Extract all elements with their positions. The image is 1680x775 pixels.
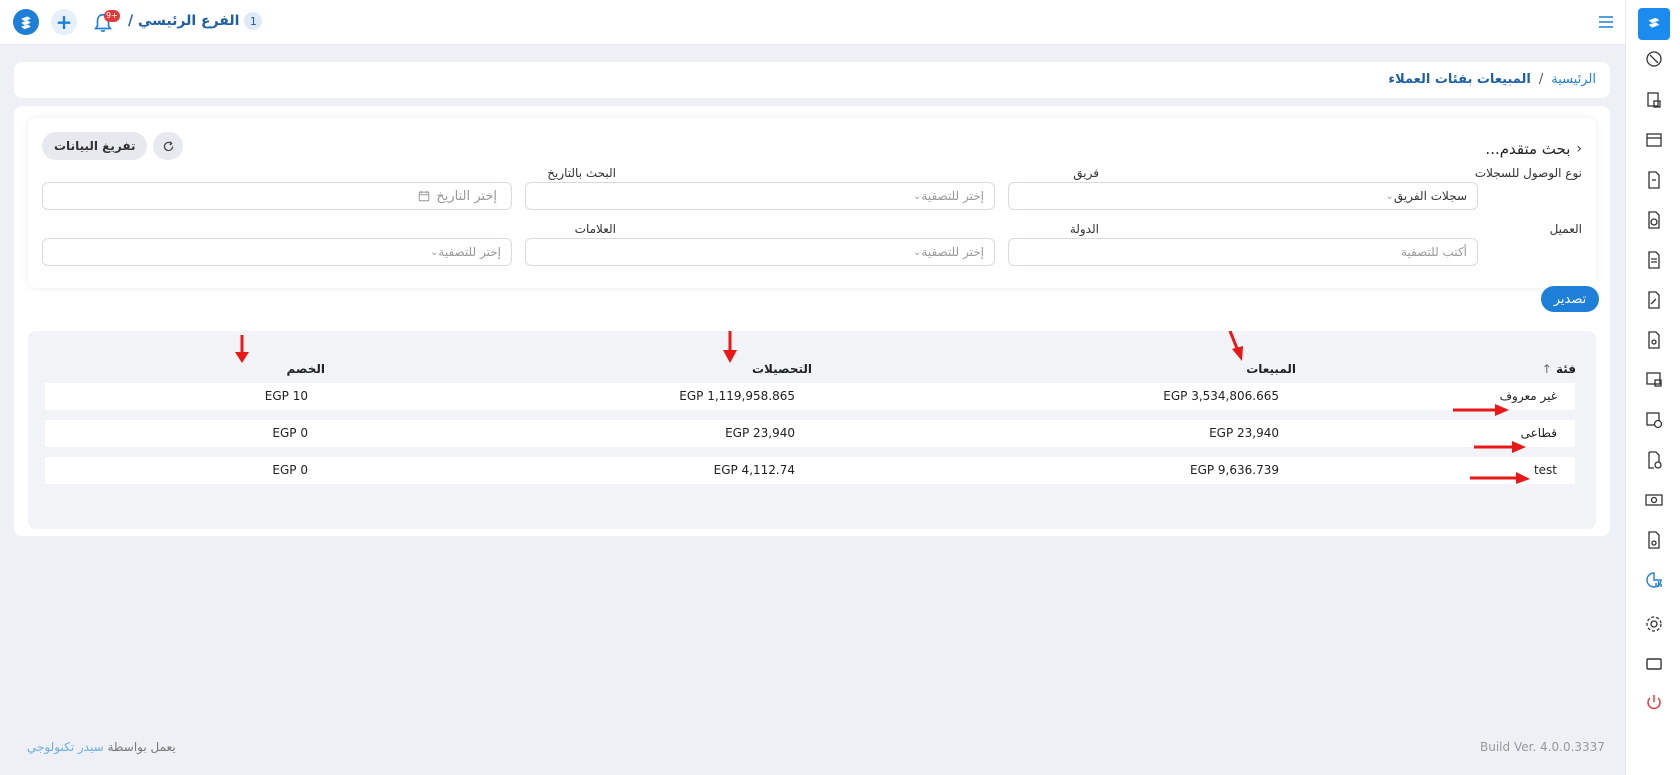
top-header: + 9+ 1 الفرع الرئيسي /	[0, 0, 1625, 45]
customer-label: العميل	[1549, 222, 1582, 236]
advanced-search-toggle[interactable]: ‹ بحث متقدم...	[1485, 140, 1582, 158]
access-type-label: نوع الوصول للسجلات	[1474, 166, 1582, 180]
team-select[interactable]: إختر للتصفية ⌄	[525, 182, 995, 210]
country-placeholder: إختر للتصفية	[921, 245, 984, 259]
window-icon[interactable]	[1640, 650, 1668, 678]
customer-input[interactable]: أكتب للتصفية	[1008, 238, 1478, 266]
branch-count-badge: 1	[244, 12, 263, 30]
chevron-down-icon: ⌄	[1385, 190, 1394, 202]
logout-power-icon[interactable]	[1640, 688, 1668, 716]
chevron-down-icon: ⌄	[913, 246, 922, 258]
clear-data-button[interactable]: تفريغ البيانات	[42, 132, 148, 160]
country-label: الدولة	[1069, 222, 1099, 236]
refresh-button[interactable]	[153, 132, 183, 160]
team-label: فريق	[1073, 166, 1099, 180]
table-row: غير معروف EGP 3,534,806.665 EGP 1,119,95…	[45, 383, 1575, 410]
powered-by-text: يعمل بواسطة	[107, 740, 176, 754]
access-type-value: سجلات الفريق	[1393, 189, 1467, 203]
menu-toggle-icon[interactable]	[1597, 13, 1615, 31]
app-logo-icon[interactable]	[13, 9, 39, 35]
main-content-card: ‹ بحث متقدم... تفريغ البيانات نوع الوصول…	[14, 106, 1610, 536]
sort-arrow-up-icon: ↑	[1541, 362, 1552, 376]
build-version: Build Ver. 4.0.0.3337	[1480, 740, 1605, 754]
breadcrumb-separator: /	[1538, 72, 1544, 87]
chevron-left-icon: ‹	[1576, 141, 1582, 157]
reports-chart-icon[interactable]	[1640, 566, 1668, 594]
settings-gear-icon[interactable]	[1640, 610, 1668, 638]
report-document-icon[interactable]	[1640, 246, 1668, 274]
footer-powered-by: يعمل بواسطة سيدر تكنولوجي	[27, 740, 176, 754]
breadcrumb-home-link[interactable]: الرئيسية	[1551, 72, 1596, 87]
advanced-search-title: بحث متقدم...	[1485, 140, 1571, 158]
breadcrumb-bar: الرئيسية / المبيعات بفئات العملاء	[14, 62, 1610, 98]
calendar-icon	[419, 190, 430, 202]
sidebar-logo-icon[interactable]	[1638, 8, 1670, 40]
date-search-input[interactable]: إختر التاريخ	[42, 182, 512, 210]
document-edit-icon[interactable]	[1640, 286, 1668, 314]
invoice-icon[interactable]	[1640, 166, 1668, 194]
cell-discount: EGP 10	[264, 389, 308, 403]
tags-select[interactable]: إختر للتصفية ⌄	[42, 238, 512, 266]
table-row: قطاعى EGP 23,940 EGP 23,940 EGP 0	[45, 420, 1575, 447]
date-search-label: البحث بالتاريخ	[547, 166, 616, 180]
annotation-arrow-row2	[1474, 441, 1526, 453]
breadcrumb: الرئيسية / المبيعات بفئات العملاء	[1388, 72, 1596, 87]
column-header-category[interactable]: فئة ↑	[1542, 362, 1576, 376]
cell-discount: EGP 0	[272, 463, 308, 477]
export-button[interactable]: تصدير	[1541, 286, 1599, 312]
column-header-category-label: فئة	[1555, 362, 1576, 376]
money-icon[interactable]	[1640, 486, 1668, 514]
cell-sales: EGP 9,636.739	[1189, 463, 1279, 477]
file-person-icon[interactable]	[1640, 526, 1668, 554]
chevron-down-icon: ⌄	[430, 246, 439, 258]
cell-collections: EGP 4,112.74	[713, 463, 795, 477]
sales-table: فئة ↑ المبيعات التحصيلات الخصم غير معروف…	[28, 331, 1596, 529]
cell-sales: EGP 3,534,806.665	[1163, 389, 1279, 403]
cell-category: غير معروف	[1499, 389, 1557, 403]
store-icon[interactable]	[1640, 126, 1668, 154]
column-header-collections[interactable]: التحصيلات	[752, 362, 812, 376]
image-add-icon[interactable]	[1640, 406, 1668, 434]
date-placeholder: إختر التاريخ	[436, 188, 497, 204]
advanced-search-panel: ‹ بحث متقدم... تفريغ البيانات نوع الوصول…	[28, 118, 1596, 288]
breadcrumb-current: المبيعات بفئات العملاء	[1388, 72, 1531, 87]
chevron-down-icon: ⌄	[913, 190, 922, 202]
branch-selector[interactable]: 1 الفرع الرئيسي /	[128, 12, 263, 30]
tag-document-icon[interactable]	[1640, 206, 1668, 234]
team-placeholder: إختر للتصفية	[921, 189, 984, 203]
tags-placeholder: إختر للتصفية	[438, 245, 501, 259]
customer-placeholder: أكتب للتصفية	[1400, 245, 1467, 259]
cell-discount: EGP 0	[272, 426, 308, 440]
document-tag-icon[interactable]	[1640, 326, 1668, 354]
annotation-arrow-row1	[1453, 404, 1509, 416]
column-header-discount[interactable]: الخصم	[286, 362, 325, 376]
table-row: test EGP 9,636.739 EGP 4,112.74 EGP 0	[45, 457, 1575, 484]
company-link[interactable]: سيدر تكنولوجي	[27, 740, 104, 754]
column-header-sales[interactable]: المبيعات	[1246, 362, 1296, 376]
annotation-arrow-discount	[235, 335, 249, 363]
add-button[interactable]: +	[51, 9, 77, 35]
cell-collections: EGP 1,119,958.865	[679, 389, 795, 403]
tags-label: العلامات	[574, 222, 616, 236]
access-type-select[interactable]: سجلات الفريق ⌄	[1008, 182, 1478, 210]
document-add-icon[interactable]	[1640, 446, 1668, 474]
annotation-arrow-sales	[1228, 331, 1243, 361]
refresh-icon	[163, 140, 173, 151]
annotation-arrow-collections	[723, 331, 737, 363]
cell-collections: EGP 23,940	[725, 426, 795, 440]
screen-icon[interactable]	[1640, 366, 1668, 394]
country-select[interactable]: إختر للتصفية ⌄	[525, 238, 995, 266]
annotation-arrow-row3	[1470, 472, 1530, 484]
dashboard-icon[interactable]	[1640, 45, 1668, 73]
branch-label: الفرع الرئيسي /	[128, 13, 240, 29]
notification-badge: 9+	[104, 10, 120, 22]
pos-icon[interactable]	[1640, 86, 1668, 114]
cell-sales: EGP 23,940	[1209, 426, 1279, 440]
cell-category: test	[1533, 463, 1557, 477]
cell-category: قطاعى	[1520, 426, 1557, 440]
sidebar	[1625, 0, 1680, 775]
